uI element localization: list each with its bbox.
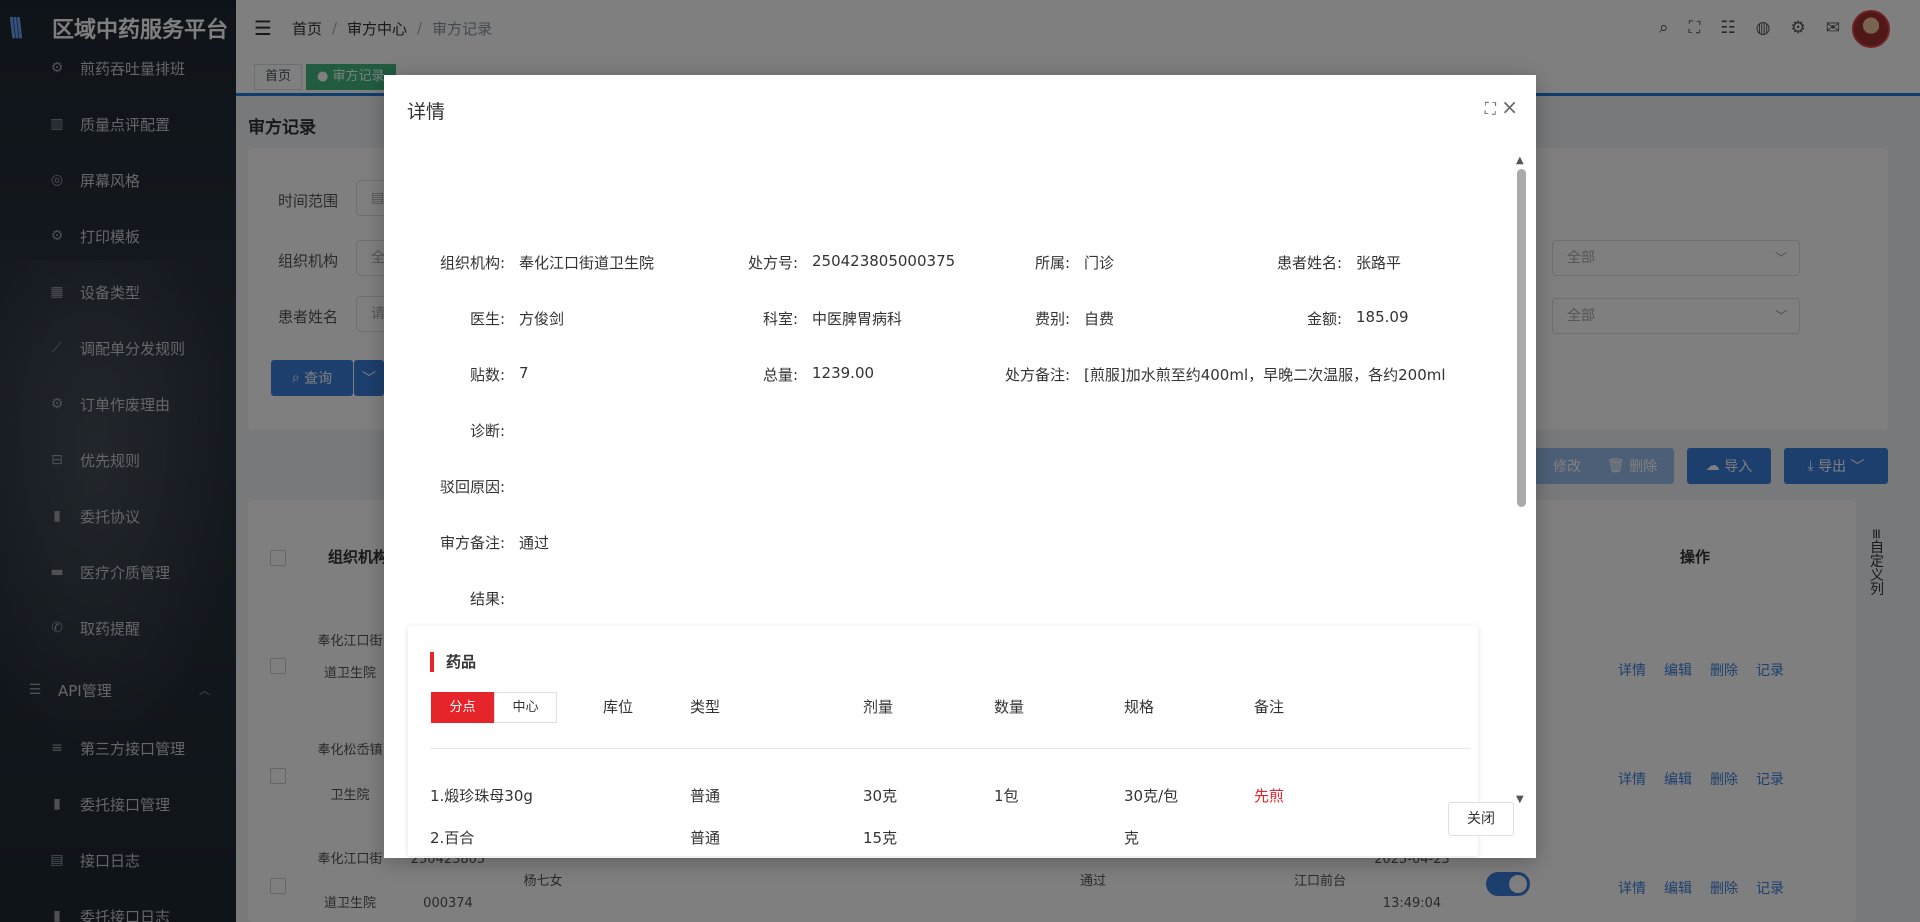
close-button[interactable]: 关闭: [1448, 802, 1514, 836]
segment-branch[interactable]: 分点: [431, 692, 494, 723]
field-label: 结果:: [469, 590, 505, 608]
field-value: 1239.00: [812, 364, 875, 382]
scrollbar-thumb[interactable]: [1517, 169, 1526, 507]
field-value: 185.09: [1356, 308, 1409, 326]
field-value: 250423805000375: [812, 252, 956, 270]
drug-section-title: 药品: [430, 652, 476, 672]
field-label: 费别:: [1034, 310, 1070, 328]
drug-spec: 30克/包: [1124, 787, 1179, 805]
field-result: 结果:: [384, 588, 519, 612]
field-label: 患者姓名:: [1276, 254, 1342, 272]
field-value: 张路平: [1356, 254, 1402, 272]
drug-name: 2.百合: [430, 829, 475, 847]
field-amount: 金额: 185.09: [1248, 308, 1409, 332]
field-value: 方俊剑: [519, 310, 565, 328]
field-value: 奉化江口街道卫生院: [519, 254, 655, 272]
field-doctor: 医生: 方俊剑: [384, 308, 564, 332]
drug-dose: 30克: [863, 787, 898, 805]
field-value: 通过: [519, 534, 550, 552]
col-note: 备注: [1254, 698, 1285, 716]
col-spec: 规格: [1124, 698, 1155, 716]
col-dose: 剂量: [863, 698, 894, 716]
field-value: 门诊: [1084, 254, 1115, 272]
field-label: 处方备注:: [1004, 366, 1070, 384]
field-rx-note: 处方备注: [煎服]加水煎至约400ml，早晚二次温服，各约200ml: [976, 364, 1446, 388]
field-reject-reason: 驳回原因:: [384, 476, 519, 500]
field-label: 金额:: [1306, 310, 1342, 328]
drug-qty: 1包: [994, 787, 1019, 805]
drug-dose: 15克: [863, 829, 898, 847]
field-label: 所属:: [1034, 254, 1070, 272]
field-review-note: 审方备注: 通过: [384, 532, 549, 556]
field-belong: 所属: 门诊: [976, 252, 1114, 276]
field-patient: 患者姓名: 张路平: [1248, 252, 1401, 276]
field-rx: 处方号: 250423805000375: [704, 252, 955, 276]
field-label: 组织机构:: [439, 254, 505, 272]
field-org: 组织机构: 奉化江口街道卫生院: [384, 252, 654, 276]
drug-type: 普通: [690, 829, 721, 847]
detail-dialog: 详情 ⛶ × 组织机构: 奉化江口街道卫生院 处方号: 25042380500037…: [384, 75, 1536, 858]
field-doses: 贴数: 7: [384, 364, 529, 388]
field-value: 7: [519, 364, 529, 382]
drug-divider: [430, 748, 1470, 749]
field-label: 科室:: [762, 310, 798, 328]
field-fee: 费别: 自费: [976, 308, 1114, 332]
field-label: 诊断:: [469, 422, 505, 440]
drug-note: 先煎: [1254, 787, 1285, 805]
drug-card: 药品 分点 中心 库位 类型 剂量 数量 规格 备注 1.煅珍珠母30g 普通 …: [408, 626, 1478, 856]
dialog-scrollbar[interactable]: ▲ ▼: [1516, 155, 1526, 805]
field-label: 审方备注:: [439, 534, 505, 552]
field-diagnosis: 诊断:: [384, 420, 519, 444]
field-label: 贴数:: [469, 366, 505, 384]
drug-name: 1.煅珍珠母30g: [430, 787, 533, 805]
field-value: 自费: [1084, 310, 1115, 328]
col-location: 库位: [603, 698, 634, 716]
field-value: [煎服]加水煎至约400ml，早晚二次温服，各约200ml: [1084, 366, 1446, 384]
field-dept: 科室: 中医脾胃病科: [704, 308, 902, 332]
field-label: 医生:: [469, 310, 505, 328]
dialog-body: 组织机构: 奉化江口街道卫生院 处方号: 250423805000375 所属: 门诊…: [384, 137, 1536, 859]
field-label: 总量:: [762, 366, 798, 384]
scroll-up-icon[interactable]: ▲: [1516, 155, 1524, 166]
col-qty: 数量: [994, 698, 1025, 716]
field-value: 中医脾胃病科: [812, 310, 903, 328]
drug-spec: 克: [1124, 829, 1140, 847]
close-icon[interactable]: ×: [1501, 95, 1518, 119]
field-total: 总量: 1239.00: [704, 364, 874, 388]
drug-segment-control: 分点 中心: [431, 692, 557, 723]
field-label: 驳回原因:: [439, 478, 505, 496]
drug-type: 普通: [690, 787, 721, 805]
segment-center[interactable]: 中心: [494, 692, 557, 723]
maximize-icon[interactable]: ⛶: [1485, 99, 1496, 119]
col-type: 类型: [690, 698, 721, 716]
dialog-title: 详情: [407, 101, 446, 123]
scroll-down-icon[interactable]: ▼: [1516, 794, 1524, 805]
field-label: 处方号:: [747, 254, 798, 272]
